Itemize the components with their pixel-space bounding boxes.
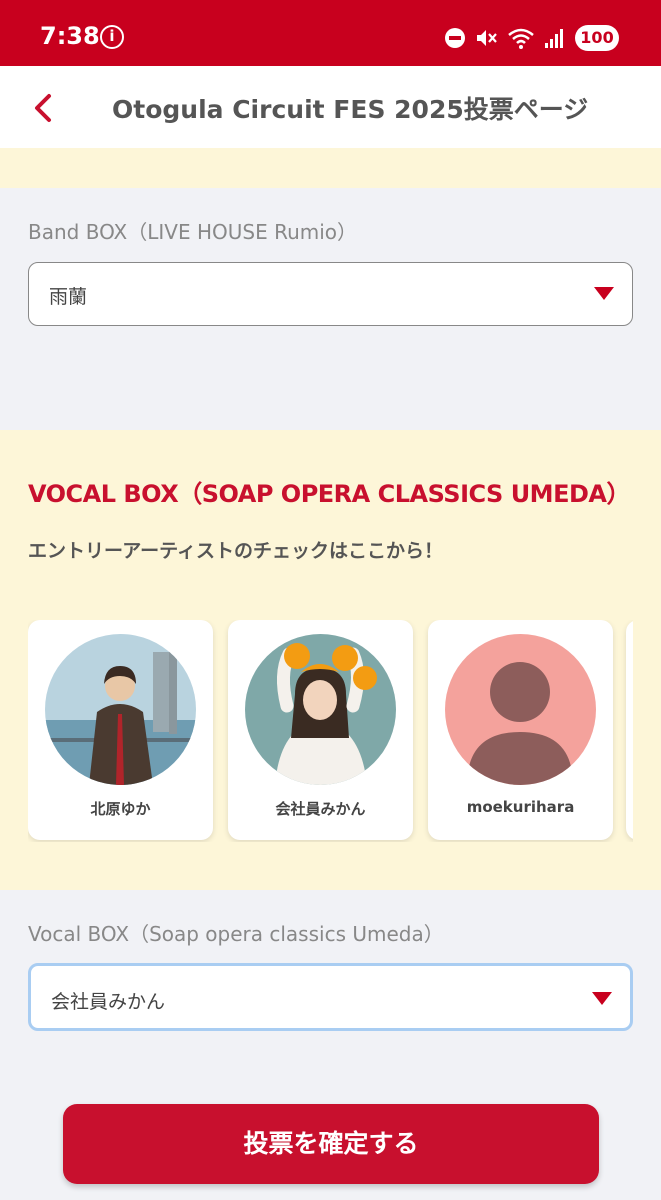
dropdown-arrow-icon <box>592 992 612 1005</box>
artist-card[interactable]: 会社員みかん <box>228 620 413 840</box>
status-icons: 100 <box>445 24 619 52</box>
band-box-selected: 雨蘭 <box>49 286 88 308</box>
vocal-box-selected: 会社員みかん <box>51 991 166 1013</box>
dnd-icon <box>445 28 465 48</box>
vocal-box-label: Vocal BOX（Soap opera classics Umeda） <box>28 922 444 946</box>
back-button[interactable] <box>28 88 58 128</box>
wifi-icon <box>508 28 534 49</box>
artist-card[interactable] <box>626 620 633 840</box>
entry-check-text: エントリーアーティストのチェックはここから！ <box>28 540 443 562</box>
app-header: Otogula Circuit FES 2025投票ページ <box>0 66 661 148</box>
page-title: Otogula Circuit FES 2025投票ページ <box>112 95 589 124</box>
banner-strip <box>0 148 661 188</box>
vocal-box-select[interactable]: 会社員みかん <box>28 963 633 1031</box>
status-time: 7:38 <box>40 22 100 50</box>
mute-icon <box>477 30 497 46</box>
battery-icon: 100 <box>575 25 619 51</box>
artist-card[interactable]: 北原ゆか <box>28 620 213 840</box>
signal-icon <box>545 29 563 48</box>
status-bar: 7:38 i 100 <box>0 0 661 66</box>
artist-carousel[interactable]: 北原ゆか 会社員みかん moekurihara <box>28 620 633 842</box>
chevron-left-icon <box>35 94 51 122</box>
artist-photo <box>45 634 196 785</box>
vocal-box-section: VOCAL BOX（SOAP OPERA CLASSICS UMEDA） エント… <box>0 430 661 890</box>
band-box-select[interactable]: 雨蘭 <box>28 262 633 326</box>
confirm-vote-button[interactable]: 投票を確定する <box>63 1104 599 1184</box>
artist-name: moekurihara <box>466 798 575 816</box>
band-box-label: Band BOX（LIVE HOUSE Rumio） <box>28 220 358 244</box>
default-avatar-icon <box>445 634 596 785</box>
info-icon: i <box>100 25 124 49</box>
artist-name: 北原ゆか <box>90 800 151 818</box>
dropdown-arrow-icon <box>594 287 614 300</box>
artist-name: 会社員みかん <box>275 800 366 818</box>
artist-photo <box>245 634 396 785</box>
artist-card[interactable]: moekurihara <box>428 620 613 840</box>
vocal-box-title: VOCAL BOX（SOAP OPERA CLASSICS UMEDA） <box>28 480 630 508</box>
